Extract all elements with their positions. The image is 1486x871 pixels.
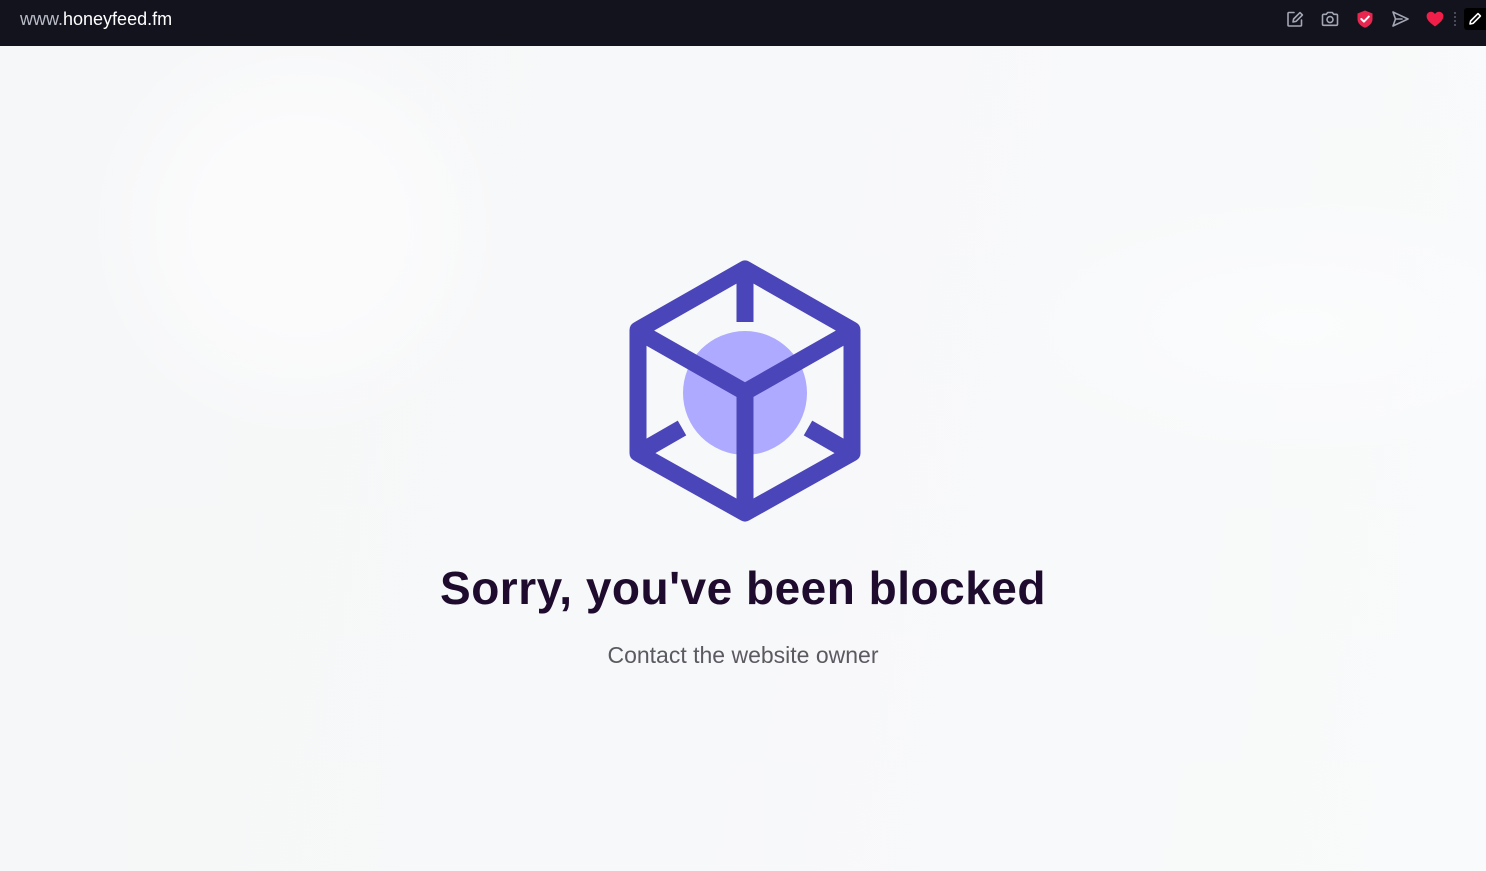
share-icon[interactable] bbox=[1284, 8, 1306, 30]
page-title: Sorry, you've been blocked bbox=[440, 562, 1046, 614]
browser-top-bar: www.honeyfeed.fm bbox=[0, 0, 1486, 46]
block-page: Sorry, you've been blocked Contact the w… bbox=[0, 46, 1486, 871]
shield-check-icon[interactable] bbox=[1354, 8, 1376, 30]
url-prefix: www. bbox=[20, 9, 64, 29]
browser-toolbar bbox=[1271, 0, 1486, 38]
camera-icon[interactable] bbox=[1319, 8, 1341, 30]
toolbar-divider bbox=[1454, 12, 1456, 26]
send-icon[interactable] bbox=[1389, 8, 1411, 30]
edit-icon[interactable] bbox=[1464, 8, 1486, 30]
page-subtitle: Contact the website owner bbox=[607, 642, 879, 668]
heart-icon[interactable] bbox=[1424, 8, 1446, 30]
url-domain: honeyfeed.fm bbox=[63, 9, 173, 29]
cube-icon bbox=[629, 260, 861, 522]
url-bar[interactable]: www.honeyfeed.fm bbox=[20, 0, 172, 38]
